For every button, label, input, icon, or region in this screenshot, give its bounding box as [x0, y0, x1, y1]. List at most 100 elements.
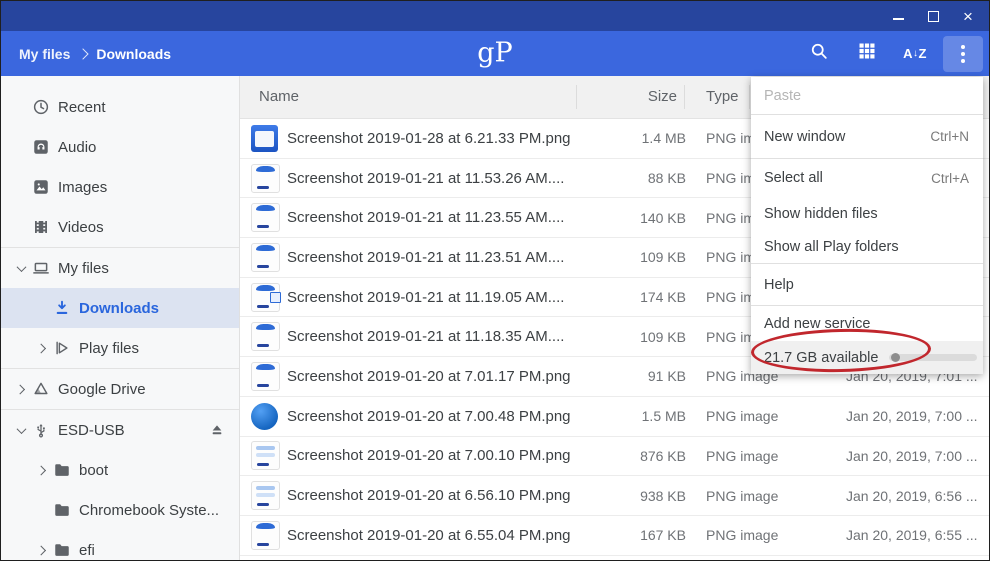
breadcrumb-downloads: Downloads	[96, 45, 172, 62]
file-date: Jan 20, 2019, 6:56 ...	[846, 487, 978, 504]
drive-icon	[32, 380, 58, 398]
minimize-button[interactable]	[889, 7, 907, 25]
close-button[interactable]: ×	[959, 7, 977, 25]
folder-icon	[53, 461, 79, 479]
menu-shortcut: Ctrl+A	[931, 170, 969, 186]
sidebar-item-efi[interactable]: efi	[1, 530, 239, 560]
menu-item-paste: Paste	[751, 77, 983, 114]
sidebar-item-label: boot	[79, 461, 109, 479]
menu-item-help[interactable]: Help	[751, 264, 983, 305]
menu-item-label: Show all Play folders	[764, 238, 899, 255]
more-menu-icon	[961, 44, 965, 63]
file-thumbnail-icon	[251, 282, 281, 312]
files-app-window: × My files Downloads gP A↓Z Recent Audio I…	[0, 0, 990, 561]
navigation-sidebar: Recent Audio Images Videos My files Downloads…	[1, 76, 240, 560]
file-name: Screenshot 2019-01-20 at 6.56.10 PM.png	[287, 487, 571, 505]
chevron-down-icon[interactable]	[11, 259, 32, 277]
menu-item-show-all-play-folders[interactable]: Show all Play folders	[751, 230, 983, 263]
menu-item-add-new-service[interactable]: Add new service	[751, 306, 983, 341]
file-size: 88 KB	[647, 170, 686, 187]
images-icon	[32, 178, 58, 196]
sidebar-item-recent[interactable]: Recent	[1, 87, 239, 127]
file-size: 140 KB	[640, 209, 686, 226]
sidebar-item-videos[interactable]: Videos	[1, 207, 239, 247]
menu-item-new-window[interactable]: New window Ctrl+N	[751, 115, 983, 158]
column-divider	[576, 85, 577, 109]
column-divider	[749, 85, 750, 109]
sidebar-item-downloads[interactable]: Downloads	[1, 288, 239, 328]
column-header-name[interactable]: Name	[259, 76, 299, 118]
storage-used-dot	[891, 353, 900, 362]
chevron-down-icon[interactable]	[11, 421, 32, 439]
menu-item-show-hidden-files[interactable]: Show hidden files	[751, 197, 983, 230]
table-row[interactable]: Screenshot 2019-01-20 at 6.55.04 PM.png 1…	[240, 516, 989, 556]
sidebar-item-images[interactable]: Images	[1, 167, 239, 207]
file-name: Screenshot 2019-01-21 at 11.53.26 AM....	[287, 169, 565, 187]
file-thumbnail-icon	[251, 441, 280, 471]
file-size: 167 KB	[640, 527, 686, 544]
sidebar-item-audio[interactable]: Audio	[1, 127, 239, 167]
chevron-right-icon[interactable]	[11, 380, 32, 398]
file-thumbnail-icon	[251, 242, 280, 272]
more-options-button[interactable]	[943, 35, 983, 72]
sidebar-item-esd-usb[interactable]: ESD-USB	[1, 410, 239, 450]
sidebar-item-chromebook-syste[interactable]: Chromebook Syste...	[1, 490, 239, 530]
file-thumbnail-icon	[251, 203, 280, 233]
file-thumbnail-icon	[251, 481, 280, 511]
storage-meter	[889, 353, 977, 362]
file-name: Screenshot 2019-01-21 at 11.18.35 AM....	[287, 328, 565, 346]
chevron-right-icon[interactable]	[32, 461, 53, 479]
eject-icon[interactable]	[208, 421, 226, 439]
file-type: PNG image	[706, 408, 779, 425]
sidebar-item-boot[interactable]: boot	[1, 450, 239, 490]
chevron-right-icon[interactable]	[32, 339, 53, 357]
file-size: 109 KB	[640, 249, 686, 266]
sidebar-item-my-files[interactable]: My files	[1, 248, 239, 288]
sidebar-item-label: My files	[58, 259, 109, 277]
sidebar-item-label: efi	[79, 541, 95, 559]
search-button[interactable]	[799, 36, 839, 72]
menu-item-label: Paste	[764, 87, 802, 104]
file-size: 876 KB	[640, 447, 686, 464]
menu-item-21-7-gb-available: 21.7 GB available	[751, 341, 983, 374]
file-thumbnail-icon	[251, 163, 280, 193]
play-icon	[53, 339, 79, 357]
sidebar-item-play-files[interactable]: Play files	[1, 328, 239, 368]
sort-button[interactable]: A↓Z	[895, 36, 935, 72]
sidebar-item-google-drive[interactable]: Google Drive	[1, 369, 239, 409]
window-controls: ×	[889, 7, 989, 25]
window-titlebar: ×	[1, 1, 989, 31]
audio-icon	[32, 138, 58, 156]
breadcrumb: My files Downloads	[1, 46, 171, 62]
file-size: 1.4 MB	[641, 130, 686, 147]
grid-view-icon	[857, 41, 877, 66]
menu-item-label: New window	[764, 128, 846, 145]
gp-watermark: gP	[477, 36, 513, 68]
file-size: 174 KB	[640, 289, 686, 306]
table-row[interactable]: Screenshot 2019-01-20 at 7.00.48 PM.png 1…	[240, 397, 989, 437]
file-type: PNG image	[706, 447, 779, 464]
file-name: Screenshot 2019-01-21 at 11.23.55 AM....	[287, 209, 565, 227]
menu-item-select-all[interactable]: Select all Ctrl+A	[751, 159, 983, 197]
table-row[interactable]: Screenshot 2019-01-20 at 6.56.10 PM.png 9…	[240, 476, 989, 516]
file-thumbnail-icon	[251, 124, 278, 152]
menu-item-label: 21.7 GB available	[764, 349, 879, 366]
column-header-type[interactable]: Type	[706, 76, 739, 118]
file-thumbnail-icon	[251, 361, 280, 391]
chevron-right-icon[interactable]	[32, 541, 53, 559]
sidebar-item-label: Downloads	[79, 299, 160, 317]
file-date: Jan 20, 2019, 7:00 ...	[846, 447, 978, 464]
file-name: Screenshot 2019-01-20 at 7.00.48 PM.png	[287, 407, 571, 425]
menu-shortcut: Ctrl+N	[930, 129, 969, 144]
column-header-size[interactable]: Size	[577, 76, 677, 118]
table-row[interactable]: Screenshot 2019-01-20 at 7.00.10 PM.png 8…	[240, 437, 989, 477]
maximize-button[interactable]	[924, 7, 942, 25]
breadcrumb-my-files[interactable]: My files	[19, 46, 70, 62]
grid-view-button[interactable]	[847, 36, 887, 72]
menu-item-label: Add new service	[764, 315, 871, 332]
sidebar-item-label: Chromebook Syste...	[79, 501, 220, 519]
